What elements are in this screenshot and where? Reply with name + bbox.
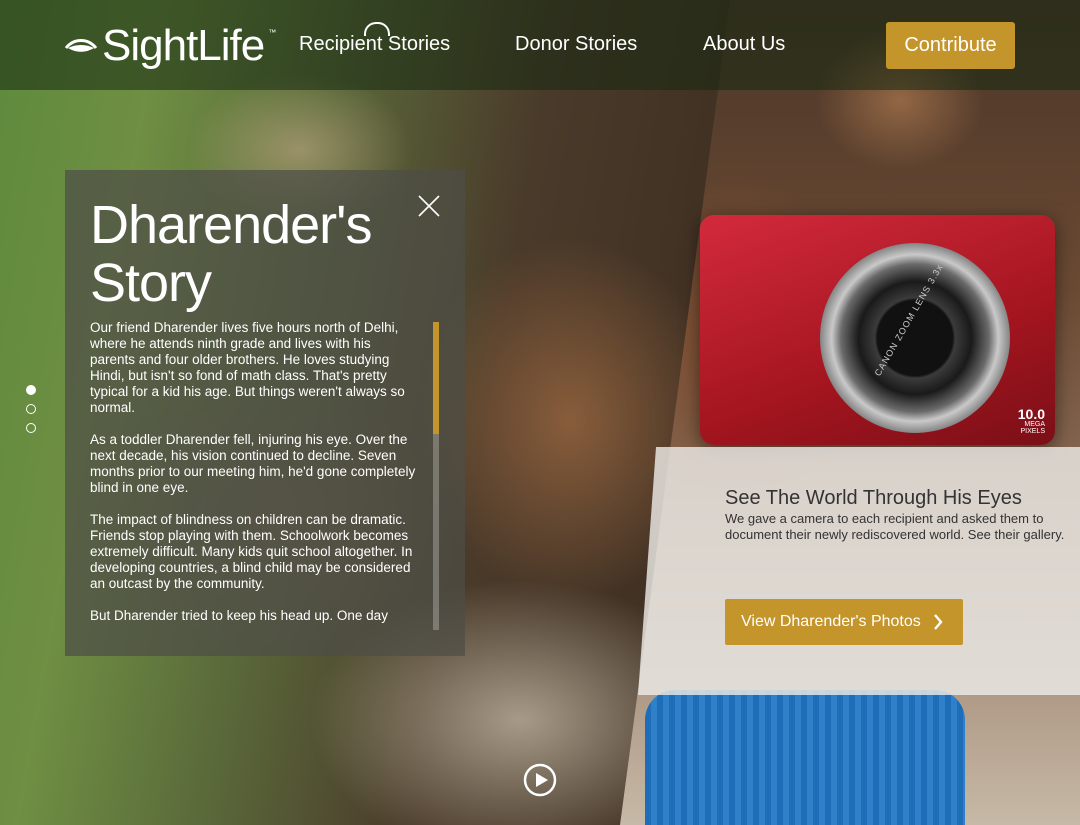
megapixel-value: 10.0 [1017, 406, 1045, 422]
promo-heading: See The World Through His Eyes [725, 487, 1022, 509]
story-scrollbar[interactable] [433, 322, 439, 630]
story-title: Dharender's Story [90, 195, 372, 313]
story-paragraph: Our friend Dharender lives five hours no… [90, 320, 405, 415]
sightlife-logo[interactable]: SightLife ™ [64, 20, 276, 72]
story-paragraph: But Dharender tried to keep his head up.… [90, 608, 388, 623]
slide-dot-1[interactable] [26, 385, 36, 395]
slide-pagination [26, 385, 36, 442]
eye-logo-icon [64, 39, 98, 52]
view-photos-button[interactable]: View Dharender's Photos [725, 599, 963, 645]
contribute-button[interactable]: Contribute [886, 22, 1015, 69]
megapixel-unit-2: PIXELS [1020, 428, 1045, 435]
logo-trademark: ™ [268, 28, 276, 37]
camera-image: CANON ZOOM LENS 3.3x 10.0 MEGA PIXELS [700, 215, 1055, 445]
play-icon[interactable] [523, 763, 557, 797]
slide-dot-3[interactable] [26, 423, 36, 433]
megapixel-unit-1: MEGA [1024, 421, 1045, 428]
nav-donor-stories[interactable]: Donor Stories [515, 33, 637, 56]
nav-recipient-stories[interactable]: Recipient Stories [299, 33, 450, 56]
story-paragraph: The impact of blindness on children can … [90, 512, 413, 591]
story-body[interactable]: Our friend Dharender lives five hours no… [90, 320, 417, 630]
story-title-line2: Story [90, 253, 212, 313]
view-photos-label: View Dharender's Photos [741, 613, 921, 630]
site-header: SightLife ™ Recipient Stories Donor Stor… [0, 0, 1080, 90]
slide-dot-2[interactable] [26, 404, 36, 414]
close-icon[interactable] [417, 194, 441, 218]
camera-lens [820, 243, 1010, 433]
megapixel-badge: 10.0 MEGA PIXELS [1018, 407, 1045, 435]
story-scrollbar-thumb[interactable] [433, 322, 439, 434]
story-paragraph: As a toddler Dharender fell, injuring hi… [90, 432, 416, 495]
towel-image [645, 690, 965, 825]
story-panel: Dharender's Story Our friend Dharender l… [65, 170, 465, 656]
nav-about-us[interactable]: About Us [703, 33, 785, 56]
gallery-promo-panel: See The World Through His Eyes We gave a… [638, 447, 1080, 695]
chevron-right-icon [933, 614, 943, 630]
promo-text: We gave a camera to each recipient and a… [725, 511, 1065, 542]
logo-text: SightLife [102, 21, 265, 70]
story-title-line1: Dharender's [90, 195, 372, 255]
